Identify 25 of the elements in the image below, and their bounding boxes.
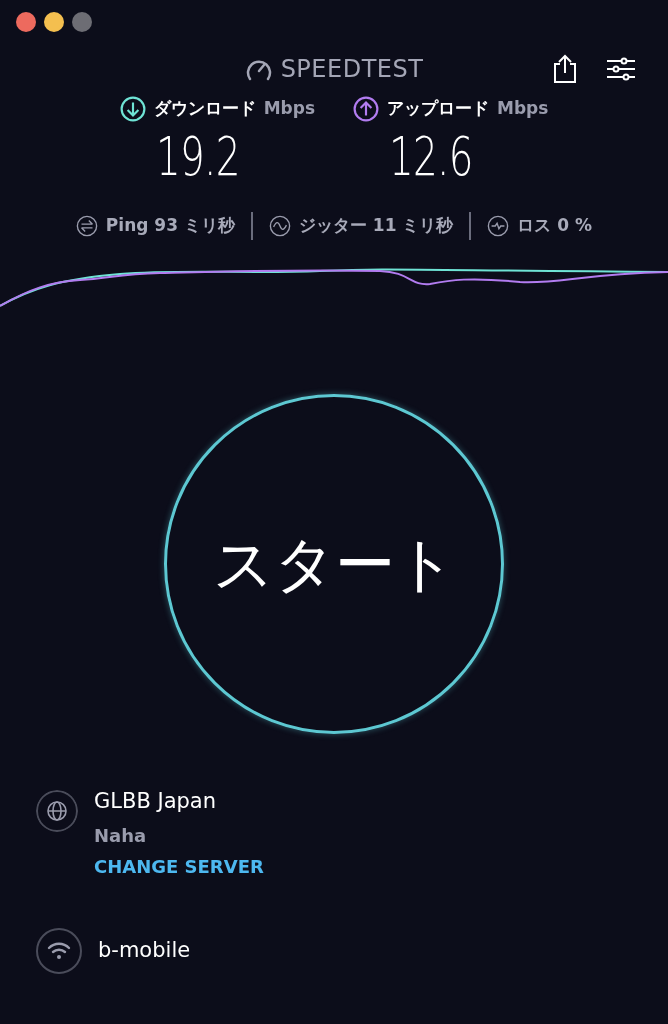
stat-text: Ping 93 ミリ秒	[105, 214, 235, 238]
wifi-icon	[36, 927, 82, 974]
close-window-button[interactable]	[16, 12, 36, 32]
speed-value: 12.6	[389, 130, 473, 184]
stat-text: ジッター 11 ミリ秒	[298, 214, 454, 238]
unit-label: Mbps	[497, 97, 549, 121]
speedtest-logo: SPEEDTEST	[280, 54, 424, 85]
ping-icon	[75, 215, 98, 237]
share-icon[interactable]	[552, 54, 578, 84]
jitter-icon	[268, 215, 291, 237]
globe-icon	[36, 790, 78, 832]
server-name: GLBB Japan	[94, 788, 218, 815]
network-name: b-mobile	[98, 936, 191, 964]
change-server-link[interactable]: CHANGE SERVER	[94, 852, 264, 880]
zoom-window-button[interactable]	[72, 12, 92, 32]
stat-text: ロス 0 %	[517, 214, 593, 238]
speed-label: アップロード	[387, 97, 489, 121]
speed-label: ダウンロード	[153, 97, 256, 121]
loss-icon	[487, 215, 510, 237]
speed-value: 19.2	[155, 130, 240, 184]
start-button[interactable]: スタート	[164, 394, 504, 734]
server-location: Naha	[94, 823, 148, 848]
unit-label: Mbps	[263, 97, 315, 121]
minimize-window-button[interactable]	[44, 12, 64, 32]
settings-icon[interactable]	[606, 57, 636, 81]
